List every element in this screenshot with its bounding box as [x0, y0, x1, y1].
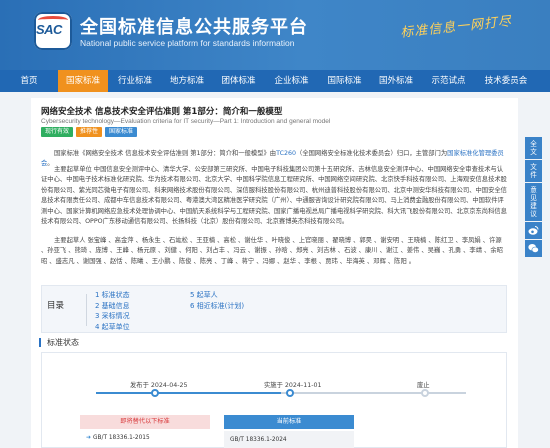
milestone-abolished-label: 废止 — [417, 382, 430, 389]
standard-tags: 现行有效 推荐性 国家标准 — [41, 127, 138, 137]
weibo-icon[interactable] — [525, 222, 542, 239]
nav-item-local-standard[interactable]: 地方标准 — [162, 70, 212, 92]
milestone-implemented-dot — [286, 389, 294, 397]
standard-title: 网络安全技术 信息技术安全评估准则 第1部分：简介和一般模型 — [41, 107, 283, 117]
documents-button[interactable]: 文件 — [525, 160, 542, 182]
toc-column-2: 5 起草人 6 相近标准(计划) — [190, 290, 244, 311]
milestone-published-dot — [151, 389, 159, 397]
site-header: SAC 全国标准信息公共服务平台 National public service… — [0, 0, 550, 70]
toc-item-adoption[interactable]: 3 采标情况 — [95, 311, 130, 322]
logo-text: SAC — [36, 22, 62, 37]
toc-item-basic-info[interactable]: 2 基础信息 — [95, 301, 130, 312]
replaced-standard-row[interactable]: ➜ GB/T 18336.1-2015 — [80, 429, 210, 447]
fulltext-label: 全文 — [530, 140, 537, 156]
status-section: 发布于 2024-04-25 实施于 2024-11-01 废止 即将替代以下标… — [41, 352, 507, 448]
toc-column-1: 1 标准状态 2 基础信息 3 采标情况 4 起草单位 — [95, 290, 130, 332]
toc-item-drafting-units[interactable]: 4 起草单位 — [95, 322, 130, 333]
documents-label: 文件 — [530, 163, 537, 179]
nav-item-group-standard[interactable]: 团体标准 — [212, 70, 265, 92]
drafters-text: 主要起草人 张宝峰 、高金萍 、杨永生 、石竑松 、王亚楠 、高松 、谢仕华 、… — [41, 237, 503, 265]
drafting-units-text: 主要起草单位 中国信息安全测评中心、清华大学、公安部第三研究所、中国电子科技集团… — [41, 166, 507, 226]
wechat-glyph — [528, 244, 539, 253]
status-section-title: 标准状态 — [39, 338, 79, 347]
site-subtitle: National public service platform for sta… — [80, 38, 295, 48]
main-nav: 首页 国家标准 行业标准 地方标准 团体标准 企业标准 国际标准 国外标准 示范… — [0, 70, 550, 92]
toc-item-similar-standards[interactable]: 6 相近标准(计划) — [190, 301, 244, 312]
nav-item-industry-standard[interactable]: 行业标准 — [108, 70, 162, 92]
standard-title-en: Cybersecurity technology—Evaluation crit… — [41, 118, 331, 125]
site-slogan: 标准信息一网打尽 — [399, 14, 513, 41]
current-standard-row[interactable]: GB/T 18336.1-2024 — [224, 431, 354, 448]
nav-item-international-standard[interactable]: 国际标准 — [318, 70, 371, 92]
nav-item-enterprise-standard[interactable]: 企业标准 — [265, 70, 318, 92]
milestone-abolished-dot — [421, 389, 429, 397]
nav-item-pilot[interactable]: 示范试点 — [421, 70, 476, 92]
toc-divider — [86, 294, 87, 326]
nav-item-home[interactable]: 首页 — [0, 70, 58, 92]
site-title: 全国标准信息公共服务平台 — [80, 17, 308, 38]
toc-label: 目录 — [47, 301, 65, 311]
intro-text-a: 国家标准《网络安全技术 信息技术安全评估准则 第1部分：简介和一般模型》由 — [54, 150, 277, 157]
nav-item-foreign-standard[interactable]: 国外标准 — [371, 70, 421, 92]
feedback-button[interactable]: 意见建议 — [525, 183, 542, 221]
standard-detail-card: 网络安全技术 信息技术安全评估准则 第1部分：简介和一般模型 Cybersecu… — [31, 98, 518, 448]
nav-item-tech-committee[interactable]: 技术委员会 — [476, 70, 536, 92]
nav-item-national-standard[interactable]: 国家标准 — [58, 70, 108, 92]
toc-item-drafters[interactable]: 5 起草人 — [190, 290, 244, 301]
status-timeline — [96, 389, 466, 397]
table-of-contents: 目录 1 标准状态 2 基础信息 3 采标情况 4 起草单位 5 起草人 6 相… — [41, 285, 507, 333]
current-standard-panel: 当前标准 GB/T 18336.1-2024 — [224, 415, 354, 448]
milestone-implemented-label: 实施于 2024-11-01 — [264, 382, 322, 389]
replaced-standards-panel: 即将替代以下标准 ➜ GB/T 18336.1-2015 — [80, 415, 210, 448]
milestone-published-label: 发布于 2024-04-25 — [130, 382, 188, 389]
floating-toolbar: 全文 文件 意见建议 — [525, 137, 542, 258]
intro-text-b: （全国网络安全标准化技术委员会）归口，主管部门为 — [296, 150, 448, 157]
weibo-glyph — [528, 226, 539, 235]
replaced-standard-code: GB/T 18336.1-2015 — [93, 435, 150, 441]
status-badge: 现行有效 — [41, 127, 74, 137]
arrow-right-icon: ➜ — [86, 434, 92, 441]
current-standard-heading: 当前标准 — [224, 415, 354, 429]
fulltext-button[interactable]: 全文 — [525, 137, 542, 159]
current-standard-code: GB/T 18336.1-2024 — [230, 437, 287, 443]
toc-item-status[interactable]: 1 标准状态 — [95, 290, 130, 301]
timeline-progress — [96, 392, 281, 394]
type-badge: 推荐性 — [76, 127, 103, 137]
feedback-label: 意见建议 — [530, 186, 537, 218]
sac-logo[interactable]: SAC — [34, 12, 72, 50]
replaced-standards-heading: 即将替代以下标准 — [80, 415, 210, 429]
wechat-icon[interactable] — [525, 240, 542, 257]
tc260-link[interactable]: TC260 — [276, 150, 296, 157]
level-badge: 国家标准 — [105, 127, 138, 137]
